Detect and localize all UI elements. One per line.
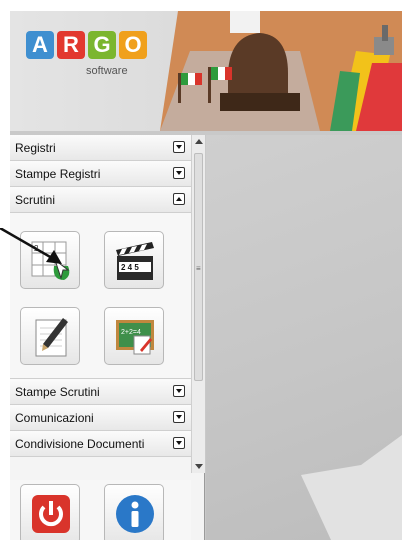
power-button[interactable]: [20, 484, 80, 540]
scroll-up-icon[interactable]: [195, 139, 203, 144]
logo-letter-g: G: [88, 31, 116, 59]
expand-toggle-icon[interactable]: [173, 437, 185, 449]
main-content-area: [206, 135, 402, 540]
chalkboard-icon: 2+2=4: [116, 320, 154, 355]
logo-subtitle: software: [86, 65, 128, 77]
clapperboard-button[interactable]: 2 4 5: [104, 231, 164, 289]
accordion-label: Scrutini: [15, 193, 56, 207]
bottom-toolbar: [10, 480, 191, 540]
accordion-scrutini[interactable]: Scrutini: [10, 187, 191, 213]
logo-letter-a: A: [26, 31, 54, 59]
sidebar: Registri Stampe Registri Scrutini 2 4 5 …: [10, 135, 205, 540]
clapperboard-icon: 2 4 5: [116, 242, 154, 280]
logo-letter-o: O: [119, 31, 147, 59]
expand-toggle-icon[interactable]: [173, 411, 185, 423]
grip-icon: ≡: [196, 264, 201, 273]
info-button[interactable]: [104, 484, 164, 540]
expand-toggle-icon[interactable]: [173, 167, 185, 179]
logo-letter-r: R: [57, 31, 85, 59]
sidebar-scrollbar[interactable]: ≡: [191, 135, 205, 473]
accordion-label: Condivisione Documenti: [15, 437, 145, 451]
accordion-label: Registri: [15, 141, 56, 155]
paper-sheet-decoration: [301, 435, 402, 540]
accordion-label: Stampe Scrutini: [15, 385, 100, 399]
power-icon: [32, 495, 70, 533]
info-icon: [116, 495, 154, 533]
accordion-stampe-scrutini[interactable]: Stampe Scrutini: [10, 379, 191, 405]
argo-app-window: A R G O software Registri Stampe Registr…: [10, 11, 402, 540]
accordion-registri[interactable]: Registri: [10, 135, 191, 161]
scroll-down-icon[interactable]: [195, 464, 203, 469]
scroll-thumb[interactable]: ≡: [194, 153, 203, 381]
accordion-comunicazioni[interactable]: Comunicazioni: [10, 405, 191, 431]
clapper-digits: 2 4 5: [121, 263, 139, 272]
pointer-arrow-icon: [0, 228, 62, 264]
accordion-label: Comunicazioni: [15, 411, 94, 425]
expand-toggle-icon[interactable]: [173, 141, 185, 153]
accordion-condivisione-documenti[interactable]: Condivisione Documenti: [10, 431, 191, 457]
header-banner: A R G O software: [10, 11, 402, 131]
accordion-menu: Registri Stampe Registri Scrutini 2 4 5 …: [10, 135, 191, 457]
chalkboard-button[interactable]: 2+2=4: [104, 307, 164, 365]
school-desk-illustration: [160, 11, 402, 131]
accordion-stampe-registri[interactable]: Stampe Registri: [10, 161, 191, 187]
notepad-pen-icon: [35, 318, 68, 357]
notepad-button[interactable]: [20, 307, 80, 365]
chalk-text: 2+2=4: [121, 329, 141, 336]
expand-toggle-icon[interactable]: [173, 385, 185, 397]
collapse-toggle-icon[interactable]: [173, 193, 185, 205]
accordion-label: Stampe Registri: [15, 167, 101, 181]
